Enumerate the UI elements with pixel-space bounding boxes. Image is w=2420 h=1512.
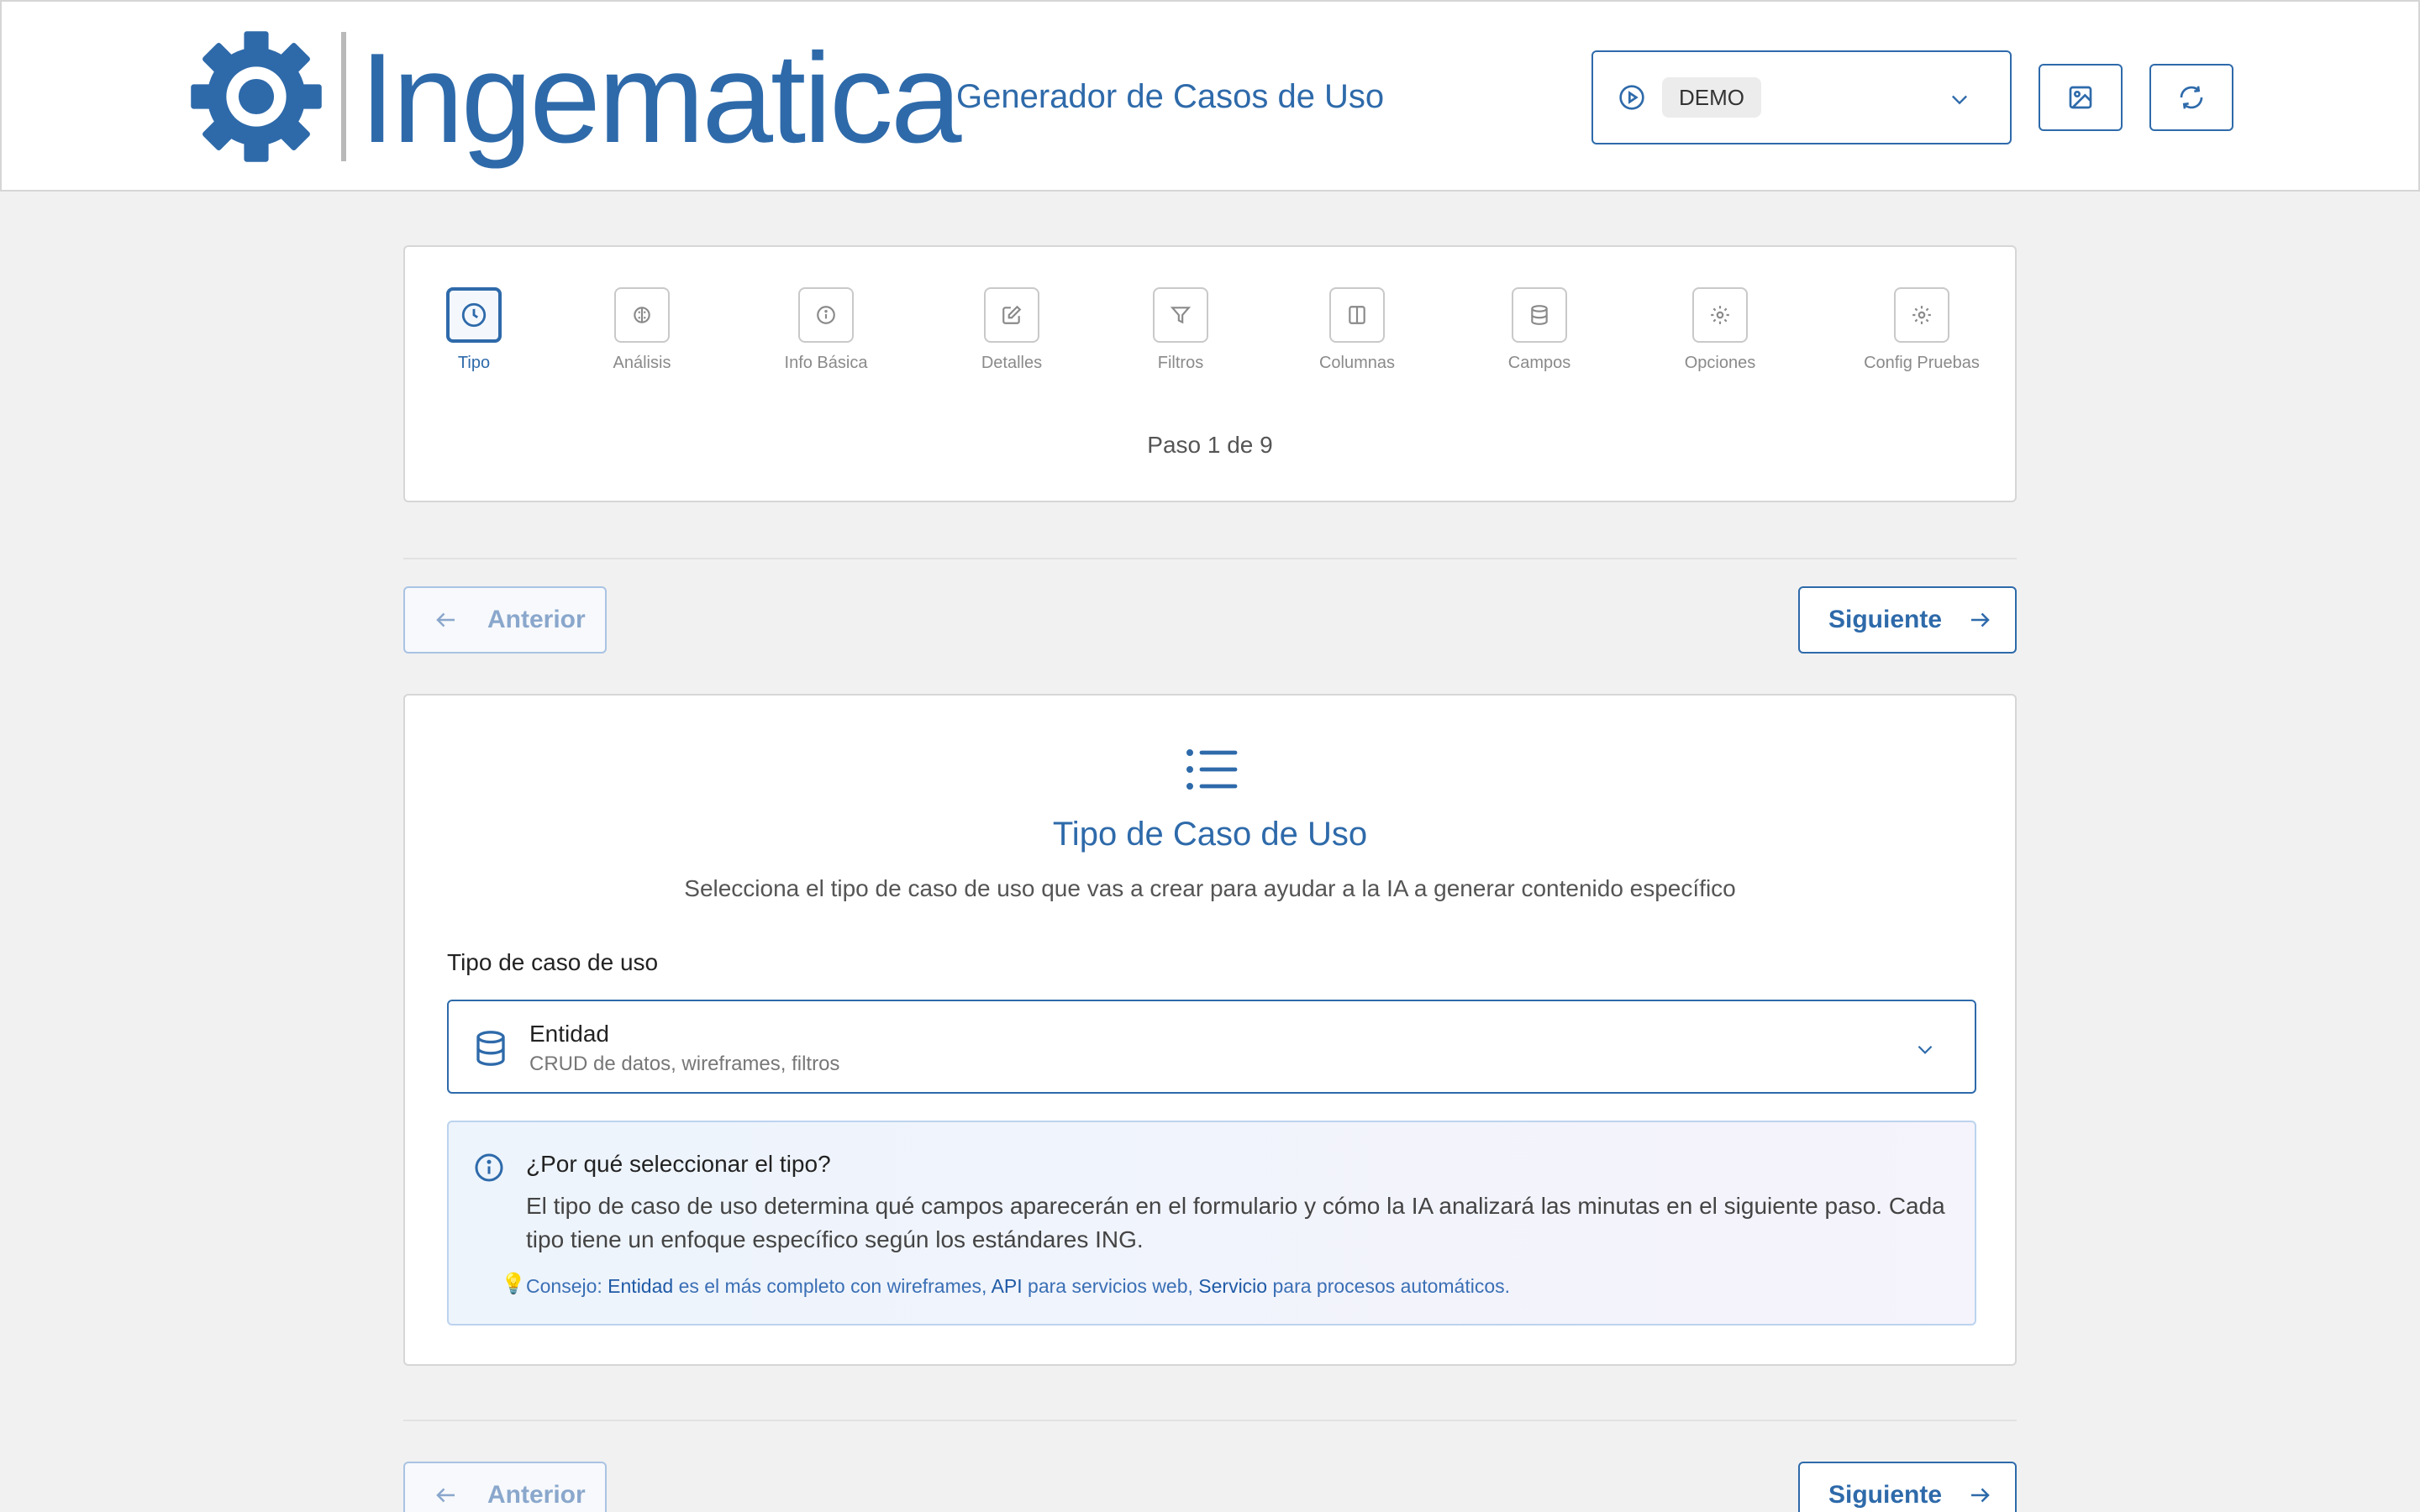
tip-api: API: [991, 1275, 1023, 1297]
card-title: Tipo de Caso de Uso: [1052, 816, 1368, 853]
logo-divider: [341, 32, 346, 161]
step-analisis[interactable]: Análisis: [575, 287, 709, 373]
step-tipo[interactable]: Tipo: [407, 287, 541, 373]
step-label: Análisis: [613, 354, 671, 372]
step-filtros[interactable]: Filtros: [1113, 287, 1248, 373]
step-label: Tipo: [457, 354, 491, 372]
image-icon: [2069, 86, 2092, 109]
settings-icon: [1912, 306, 1931, 324]
step-opciones[interactable]: Opciones: [1653, 287, 1787, 373]
next-button-bottom[interactable]: Siguiente: [1798, 1462, 2017, 1512]
arrow-left-icon: [436, 1488, 455, 1503]
type-field-label: Tipo de caso de uso: [447, 949, 659, 975]
step-label: Config Pruebas: [1864, 354, 1980, 372]
step-label: Campos: [1507, 354, 1571, 372]
divider: [403, 1420, 2017, 1421]
next-label: Siguiente: [1828, 1481, 1943, 1509]
image-button[interactable]: [2039, 64, 2123, 131]
step-columnas[interactable]: Columnas: [1290, 287, 1424, 373]
gear-logo-icon: [191, 31, 322, 162]
type-select[interactable]: Entidad CRUD de datos, wireframes, filtr…: [447, 1000, 1976, 1094]
info-title: ¿Por qué seleccionar el tipo?: [526, 1151, 831, 1177]
step-label: Filtros: [1157, 354, 1204, 372]
info-tip: 💡 Consejo: Entidad es el más completo co…: [501, 1273, 1511, 1299]
type-card: Tipo de Caso de Uso Selecciona el tipo d…: [403, 694, 2017, 1366]
previous-button[interactable]: Anterior: [403, 586, 607, 654]
chevron-down-icon: [1918, 1045, 1933, 1054]
edit-icon: [1002, 305, 1022, 324]
logo-text: Ingematica: [360, 27, 962, 170]
tip-servicio: Servicio: [1198, 1275, 1268, 1297]
mode-select[interactable]: DEMO: [1591, 50, 2012, 144]
brain-icon: [634, 307, 650, 323]
step-label: Detalles: [981, 354, 1043, 372]
play-circle-icon: [1619, 85, 1644, 110]
tip-servicio-text: para procesos automáticos.: [1272, 1275, 1511, 1297]
selected-type-detail: CRUD de datos, wireframes, filtros: [529, 1053, 840, 1075]
info-body: El tipo de caso de uso determina qué cam…: [526, 1193, 1945, 1252]
previous-label: Anterior: [487, 606, 586, 633]
settings-icon: [1711, 306, 1729, 324]
step-info-basica[interactable]: Info Básica: [759, 287, 893, 373]
step-counter: Paso 1 de 9: [1147, 432, 1273, 458]
app-header: Ingematica Generador de Casos de Uso DEM…: [0, 0, 2420, 192]
mode-badge: DEMO: [1662, 77, 1761, 118]
filter-icon: [1170, 307, 1192, 324]
tip-entidad: Entidad: [608, 1275, 674, 1297]
card-description: Selecciona el tipo de caso de uso que va…: [684, 875, 1736, 901]
app-subtitle: Generador de Casos de Uso: [956, 78, 1385, 115]
step-config-pruebas[interactable]: Config Pruebas: [1863, 287, 1981, 373]
stepper-card: Tipo Análisis Info Básica Detalles Filtr…: [403, 245, 2017, 502]
info-icon: [475, 1153, 503, 1182]
clock-icon: [461, 302, 487, 328]
previous-label: Anterior: [487, 1481, 586, 1509]
chevron-down-icon: [1952, 95, 1967, 105]
step-label: Columnas: [1318, 354, 1396, 372]
divider: [403, 558, 2017, 559]
tip-entidad-text: es el más completo con wireframes,: [678, 1275, 987, 1297]
info-icon: [817, 306, 835, 324]
next-label: Siguiente: [1828, 606, 1943, 633]
arrow-left-icon: [436, 612, 455, 627]
arrow-right-icon: [1971, 1488, 1990, 1503]
step-campos[interactable]: Campos: [1472, 287, 1607, 373]
columns-icon: [1349, 306, 1365, 324]
tip-api-text: para servicios web,: [1028, 1275, 1193, 1297]
list-icon: [1186, 749, 1238, 790]
step-label: Info Básica: [784, 354, 868, 372]
next-button[interactable]: Siguiente: [1798, 586, 2017, 654]
refresh-button[interactable]: [2149, 64, 2233, 131]
arrow-right-icon: [1971, 612, 1990, 627]
previous-button-bottom[interactable]: Anterior: [403, 1462, 607, 1512]
step-detalles[interactable]: Detalles: [944, 287, 1079, 373]
database-icon: [1531, 305, 1548, 325]
database-icon: [476, 1031, 505, 1066]
refresh-icon: [2180, 86, 2203, 109]
step-label: Opciones: [1684, 354, 1756, 372]
tip-prefix: Consejo:: [526, 1275, 602, 1297]
lightbulb-icon: 💡: [501, 1273, 526, 1295]
info-box: ¿Por qué seleccionar el tipo? El tipo de…: [447, 1121, 1976, 1326]
selected-type-name: Entidad: [529, 1021, 609, 1047]
